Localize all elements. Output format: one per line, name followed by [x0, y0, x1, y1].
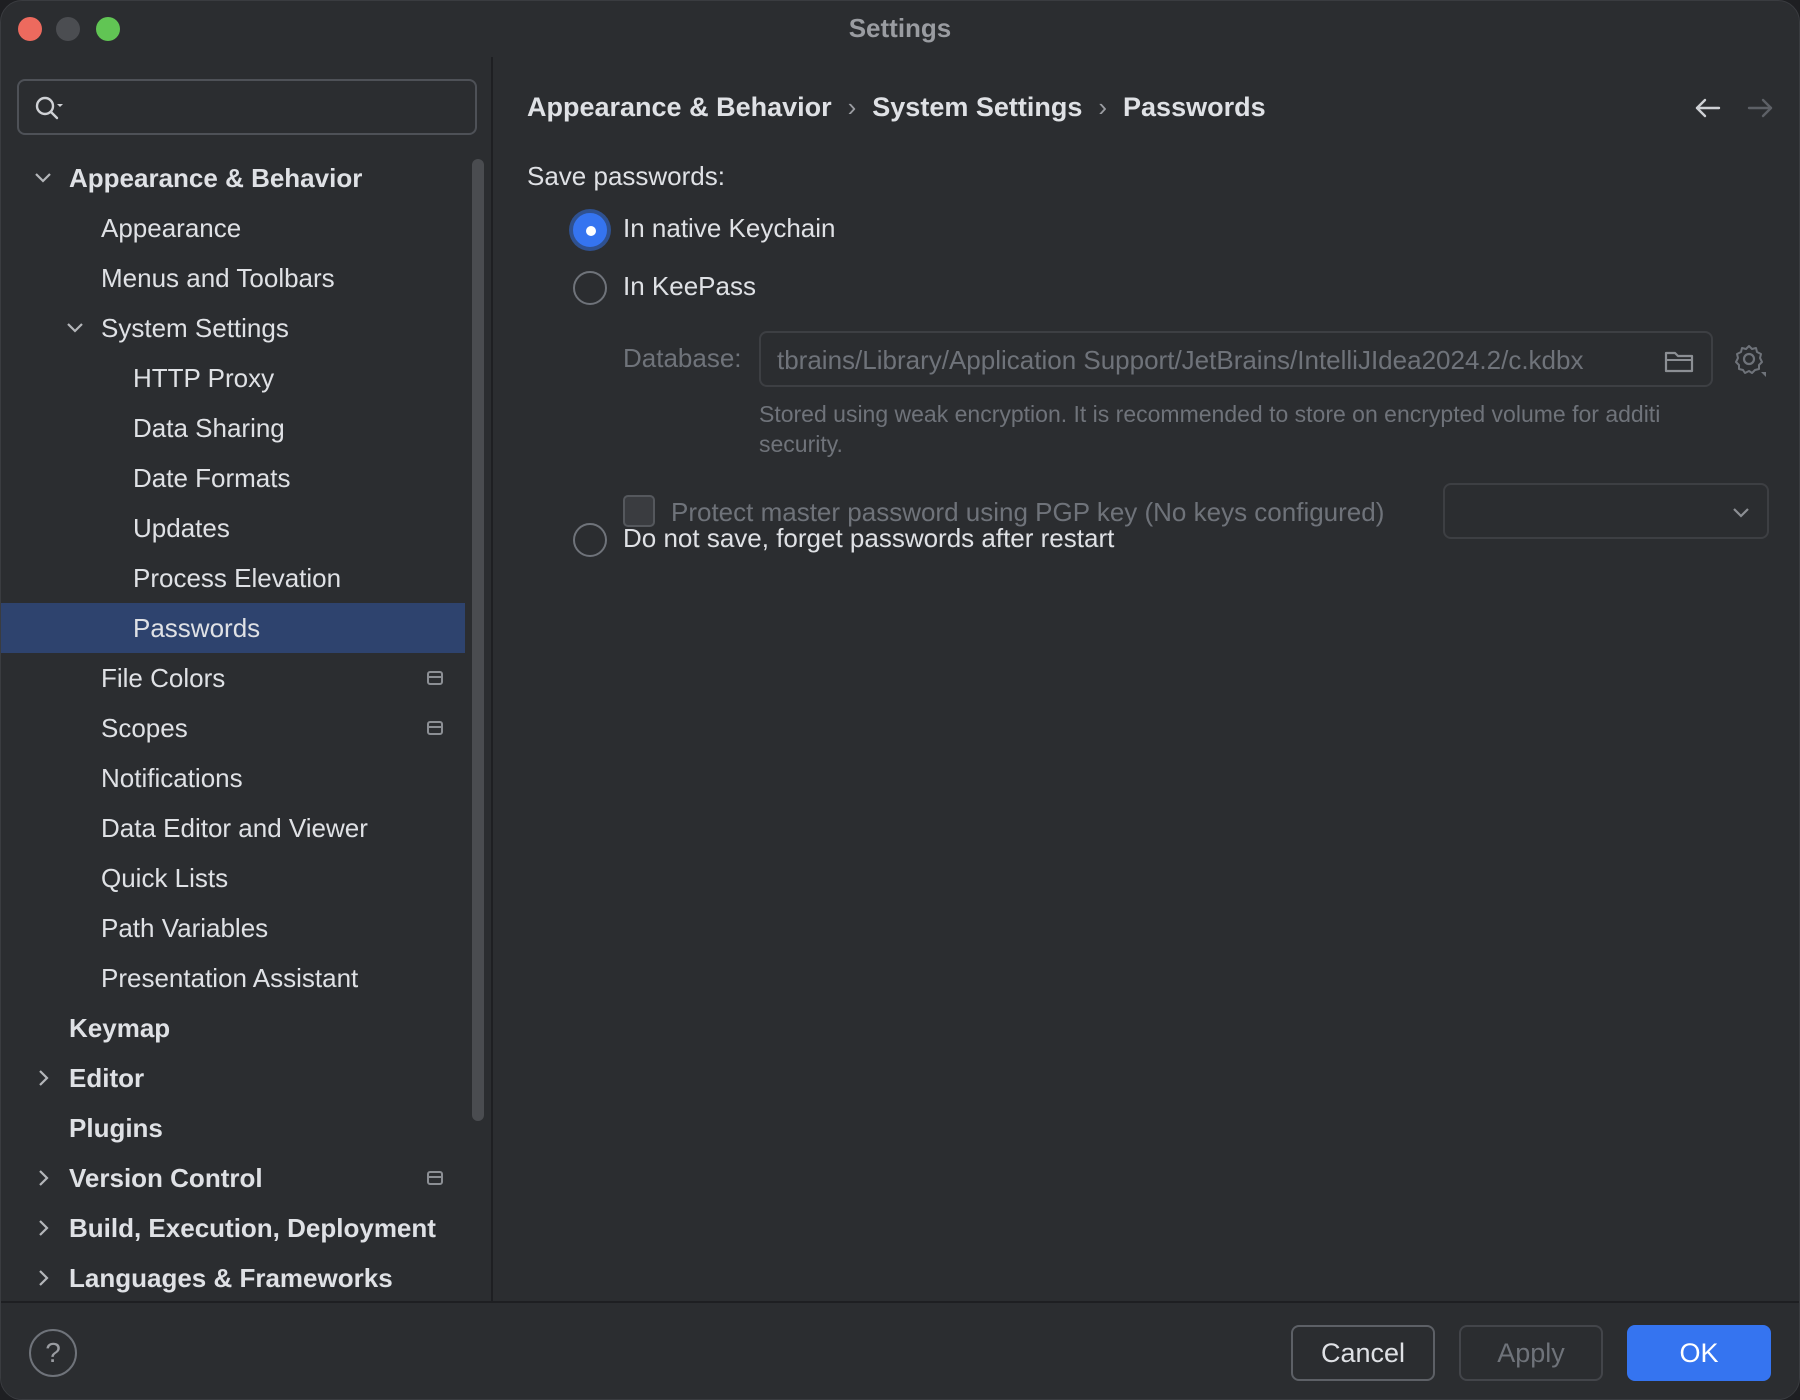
database-path-field[interactable] — [759, 331, 1713, 387]
breadcrumb-separator: › — [847, 92, 857, 122]
forward-arrow-icon[interactable] — [1743, 91, 1777, 125]
chevron-right-icon[interactable] — [31, 1253, 55, 1303]
search-box[interactable] — [17, 79, 477, 135]
tree-item-plugins[interactable]: Plugins — [1, 1103, 465, 1153]
save-passwords-label: Save passwords: — [527, 161, 725, 191]
breadcrumb-item[interactable]: Appearance & Behavior — [527, 87, 832, 127]
tree-item-updates[interactable]: Updates — [1, 503, 465, 553]
sidebar-scrollbar[interactable] — [472, 159, 484, 1121]
database-label: Database: — [623, 343, 742, 373]
cancel-button[interactable]: Cancel — [1291, 1325, 1435, 1381]
radio-label: Do not save, forget passwords after rest… — [623, 523, 1115, 553]
breadcrumb: Appearance & Behavior › System Settings › Pa… — [527, 87, 1266, 127]
tree-item-label: Menus and Toolbars — [101, 263, 335, 293]
tree-item-file-colors[interactable]: File Colors — [1, 653, 465, 703]
tree-item-appearance[interactable]: Appearance — [1, 203, 465, 253]
tree-item-scopes[interactable]: Scopes — [1, 703, 465, 753]
tree-item-label: Appearance — [101, 213, 242, 243]
tree-item-quick-lists[interactable]: Quick Lists — [1, 853, 465, 903]
radio-label: In KeePass — [623, 271, 756, 301]
radio-native-keychain[interactable] — [573, 213, 607, 247]
tree-item-label: Plugins — [69, 1113, 163, 1143]
radio-keepass[interactable] — [573, 271, 607, 305]
chevron-down-icon[interactable] — [31, 153, 55, 203]
project-settings-icon — [427, 721, 443, 735]
window-title: Settings — [848, 13, 952, 43]
chevron-down-icon[interactable] — [63, 303, 87, 353]
tree-item-label: Date Formats — [133, 463, 291, 493]
tree-item-notifications[interactable]: Notifications — [1, 753, 465, 803]
breadcrumb-separator: › — [1098, 92, 1108, 122]
tree-item-data-sharing[interactable]: Data Sharing — [1, 403, 465, 453]
tree-item-menus-and-toolbars[interactable]: Menus and Toolbars — [1, 253, 465, 303]
tree-item-label: Build, Execution, Deployment — [69, 1213, 436, 1243]
breadcrumb-item[interactable]: System Settings — [872, 87, 1082, 127]
encryption-hint: Stored using weak encryption. It is reco… — [759, 399, 1769, 459]
search-input[interactable] — [75, 89, 465, 125]
breadcrumb-item: Passwords — [1123, 92, 1266, 122]
search-icon[interactable] — [33, 93, 65, 123]
folder-icon[interactable] — [1663, 347, 1695, 375]
dialog-footer: ? Cancel Apply OK — [1, 1301, 1799, 1399]
chevron-right-icon[interactable] — [31, 1053, 55, 1103]
project-settings-icon — [427, 671, 443, 685]
settings-tree: Appearance & Behavior Appearance Menus a… — [1, 153, 465, 1303]
tree-item-languages-frameworks[interactable]: Languages & Frameworks — [1, 1253, 465, 1303]
hint-line: security. — [759, 431, 843, 457]
tree-item-appearance-behavior[interactable]: Appearance & Behavior — [1, 153, 465, 203]
radio-do-not-save[interactable] — [573, 523, 607, 557]
tree-item-http-proxy[interactable]: HTTP Proxy — [1, 353, 465, 403]
tree-item-data-editor-and-viewer[interactable]: Data Editor and Viewer — [1, 803, 465, 853]
tree-item-label: System Settings — [101, 313, 289, 343]
tree-item-label: File Colors — [101, 663, 226, 693]
chevron-right-icon[interactable] — [31, 1203, 55, 1253]
tree-item-editor[interactable]: Editor — [1, 1053, 465, 1103]
apply-button[interactable]: Apply — [1459, 1325, 1603, 1381]
tree-item-presentation-assistant[interactable]: Presentation Assistant — [1, 953, 465, 1003]
tree-item-keymap[interactable]: Keymap — [1, 1003, 465, 1053]
database-path-input[interactable] — [777, 343, 1647, 377]
gear-icon[interactable] — [1731, 341, 1769, 379]
chevron-down-icon — [1733, 508, 1749, 518]
tree-item-label: Editor — [69, 1063, 145, 1093]
tree-item-label: Presentation Assistant — [101, 963, 359, 993]
title-bar: Settings — [1, 1, 1799, 57]
tree-item-label: Process Elevation — [133, 563, 342, 593]
tree-item-label: Version Control — [69, 1163, 263, 1193]
hint-line: Stored using weak encryption. It is reco… — [759, 401, 1661, 427]
tree-item-path-variables[interactable]: Path Variables — [1, 903, 465, 953]
tree-item-version-control[interactable]: Version Control — [1, 1153, 465, 1203]
tree-item-label: Quick Lists — [101, 863, 229, 893]
tree-item-label: Scopes — [101, 713, 188, 743]
tree-item-label: Path Variables — [101, 913, 269, 943]
settings-sidebar: Appearance & Behavior Appearance Menus a… — [1, 57, 493, 1301]
tree-item-label: HTTP Proxy — [133, 363, 275, 393]
tree-item-label: Languages & Frameworks — [69, 1263, 393, 1293]
help-button[interactable]: ? — [29, 1329, 77, 1377]
ok-button[interactable]: OK — [1627, 1325, 1771, 1381]
tree-item-label: Updates — [133, 513, 230, 543]
tree-item-date-formats[interactable]: Date Formats — [1, 453, 465, 503]
tree-item-process-elevation[interactable]: Process Elevation — [1, 553, 465, 603]
pgp-key-select[interactable] — [1443, 483, 1769, 539]
tree-item-system-settings[interactable]: System Settings — [1, 303, 465, 353]
project-settings-icon — [427, 1171, 443, 1185]
settings-content: Appearance & Behavior › System Settings › Pa… — [495, 57, 1799, 1301]
tree-item-label: Data Editor and Viewer — [101, 813, 368, 843]
tree-item-label: Notifications — [101, 763, 243, 793]
tree-item-label: Passwords — [133, 613, 261, 643]
tree-item-label: Data Sharing — [133, 413, 285, 443]
tree-item-label: Appearance & Behavior — [69, 163, 363, 193]
radio-label: In native Keychain — [623, 213, 836, 243]
settings-window: Settings Appearance & Behavior Appearanc… — [0, 0, 1800, 1400]
back-arrow-icon[interactable] — [1691, 91, 1725, 125]
tree-item-passwords[interactable]: Passwords — [1, 603, 465, 653]
tree-item-label: Keymap — [69, 1013, 171, 1043]
chevron-right-icon[interactable] — [31, 1153, 55, 1203]
tree-item-build-execution-deployment[interactable]: Build, Execution, Deployment — [1, 1203, 465, 1253]
